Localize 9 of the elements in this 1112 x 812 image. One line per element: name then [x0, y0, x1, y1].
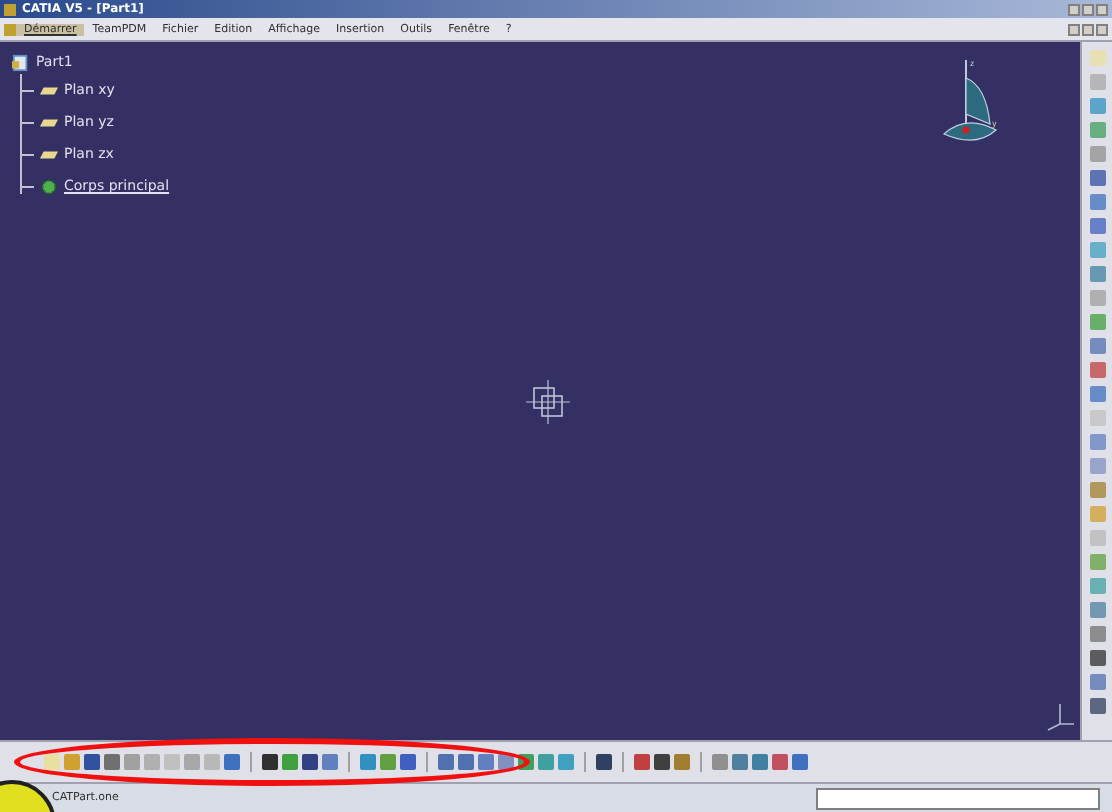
- restore-button[interactable]: [1082, 23, 1094, 35]
- app-icon: [4, 3, 16, 15]
- axis-system-icon: [524, 378, 572, 426]
- gear-icon: [40, 177, 58, 195]
- axis-icon: [1044, 700, 1076, 732]
- part-icon: [12, 53, 30, 71]
- doc-icon: [4, 23, 16, 35]
- maximize-button[interactable]: [1082, 3, 1094, 15]
- command-input-field[interactable]: [816, 787, 1100, 809]
